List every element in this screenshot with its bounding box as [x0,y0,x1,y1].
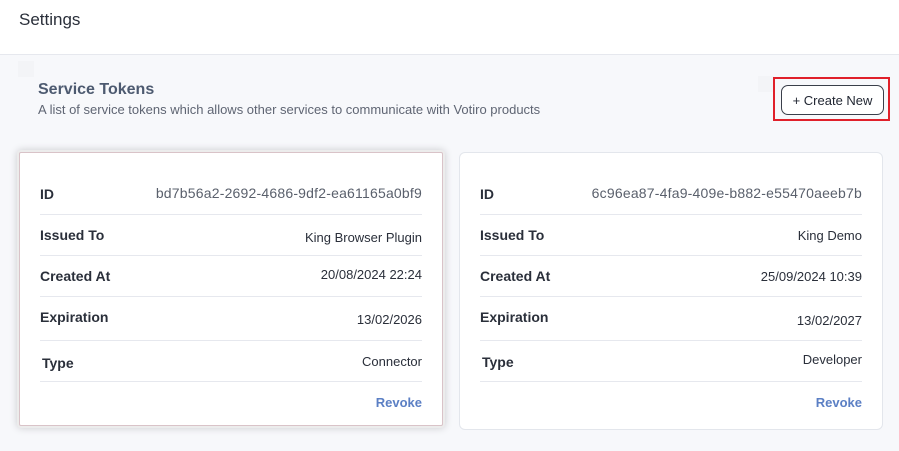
id-label: ID [480,186,494,202]
token-id-value: bd7b56a2-2692-4686-9df2-ea61165a0bf9 [155,185,422,201]
expiration-row: Expiration 13/02/2026 [40,296,422,341]
decorative-corner [18,61,34,77]
token-id-row: ID 6c96ea87-4fa9-409e-b882-e55470aeeb7b [480,173,862,215]
create-new-button[interactable]: + Create New [781,85,884,115]
created-at-row: Created At 25/09/2024 10:39 [480,255,862,297]
top-bar: Settings [0,0,899,55]
token-card[interactable]: ID 6c96ea87-4fa9-409e-b882-e55470aeeb7b … [459,152,883,430]
page-title: Settings [19,10,81,29]
revoke-link[interactable]: Revoke [816,395,862,410]
type-value: Connector [362,354,422,369]
id-label: ID [40,186,54,202]
created-at-value: 25/09/2024 10:39 [760,269,862,284]
expiration-label: Expiration [40,309,109,325]
issued-to-value: King Demo [797,228,862,243]
expiration-value: 13/02/2026 [356,312,422,327]
expiration-row: Expiration 13/02/2027 [480,296,862,341]
created-at-label: Created At [40,268,111,284]
issued-to-label: Issued To [480,227,545,243]
expiration-value: 13/02/2027 [796,313,862,328]
decorative-corner-right [758,76,774,92]
type-row: Type Connector [40,340,422,382]
type-row: Type Developer [480,340,862,382]
type-value: Developer [802,352,862,367]
created-at-value: 20/08/2024 22:24 [320,267,422,282]
issued-to-row: Issued To King Browser Plugin [40,214,422,256]
token-id-value: 6c96ea87-4fa9-409e-b882-e55470aeeb7b [591,185,862,201]
issued-to-value: King Browser Plugin [304,230,422,245]
created-at-label: Created At [480,268,551,284]
section-title: Service Tokens [38,81,155,98]
token-card[interactable]: ID bd7b56a2-2692-4686-9df2-ea61165a0bf9 … [19,152,443,426]
revoke-link[interactable]: Revoke [376,395,422,410]
created-at-row: Created At 20/08/2024 22:24 [40,255,422,297]
token-id-row: ID bd7b56a2-2692-4686-9df2-ea61165a0bf9 [40,173,422,215]
issued-to-row: Issued To King Demo [480,214,862,256]
type-label: Type [482,354,514,370]
section-description: A list of service tokens which allows ot… [38,102,541,117]
issued-to-label: Issued To [40,227,105,243]
type-label: Type [42,355,74,371]
expiration-label: Expiration [480,309,549,325]
